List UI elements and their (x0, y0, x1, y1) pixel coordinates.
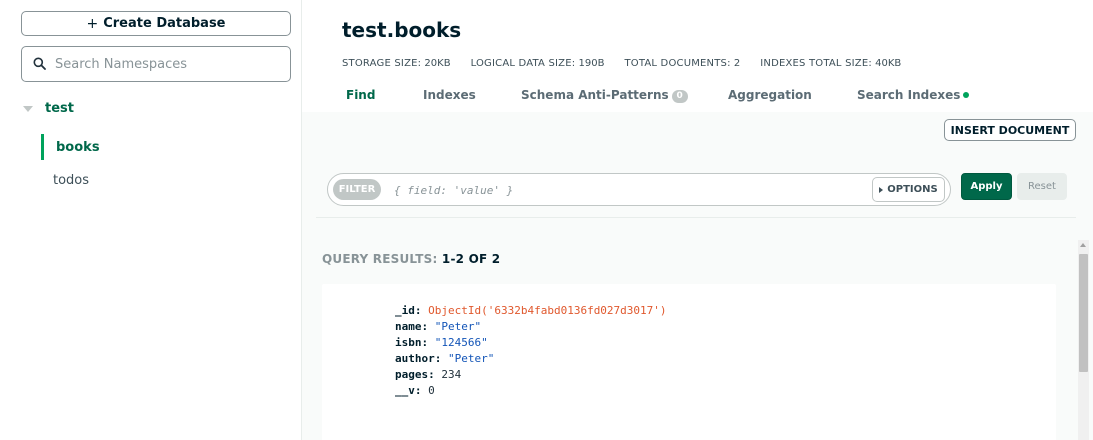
main-panel: test.books STORAGE SIZE: 20KB LOGICAL DA… (302, 0, 1093, 440)
collection-stats: STORAGE SIZE: 20KB LOGICAL DATA SIZE: 19… (342, 58, 901, 69)
filter-bar: FILTER OPTIONS (327, 173, 951, 206)
collection-item-todos[interactable]: todos (41, 167, 301, 193)
create-database-button[interactable]: + Create Database (21, 11, 291, 36)
results-count: 1-2 OF 2 (441, 252, 501, 266)
insert-document-button[interactable]: INSERT DOCUMENT (944, 119, 1076, 141)
divider (316, 217, 1076, 218)
filter-input[interactable] (394, 181, 864, 199)
collection-tabs: Find Indexes Schema Anti-Patterns 0 Aggre… (346, 88, 970, 110)
count-badge: 0 (671, 90, 688, 103)
collection-item-books[interactable]: books (41, 134, 301, 160)
caret-right-icon (879, 186, 884, 193)
tab-indexes[interactable]: Indexes (423, 88, 521, 110)
scrollbar-thumb[interactable] (1079, 254, 1088, 372)
document-field-name: name: "Peter" (395, 320, 482, 333)
document-field-author: author: "Peter" (395, 352, 495, 365)
caret-down-icon[interactable] (23, 106, 33, 112)
sidebar: + Create Database test books todos (0, 0, 302, 440)
filter-label: FILTER (333, 179, 381, 200)
stat-total-documents: TOTAL DOCUMENTS: 2 (624, 58, 741, 69)
collection-header: test.books STORAGE SIZE: 20KB LOGICAL DA… (302, 0, 1093, 112)
documents-view: INSERT DOCUMENT FILTER OPTIONS Apply Res… (302, 112, 1093, 440)
scrollbar[interactable] (1078, 240, 1089, 440)
collection-label: books (56, 139, 100, 155)
tab-find[interactable]: Find (346, 88, 423, 110)
scroll-up-arrow-icon[interactable] (1080, 243, 1086, 247)
document-field-v: __v: 0 (395, 384, 435, 397)
apply-button[interactable]: Apply (961, 173, 1012, 200)
options-button[interactable]: OPTIONS (872, 177, 945, 202)
database-item-test[interactable]: test (0, 98, 301, 122)
page-title: test.books (342, 18, 462, 42)
query-results-label: QUERY RESULTS: 1-2 OF 2 (322, 252, 501, 266)
document-card[interactable]: _id: ObjectId('6332b4fabd0136fd027d3017'… (322, 284, 1056, 440)
collection-label: todos (53, 172, 90, 188)
search-namespaces-box[interactable] (21, 46, 291, 82)
tab-schema-anti-patterns[interactable]: Schema Anti-Patterns 0 (521, 88, 728, 110)
search-namespaces-input[interactable] (55, 56, 275, 72)
tab-aggregation[interactable]: Aggregation (728, 88, 857, 110)
document-field-id: _id: ObjectId('6332b4fabd0136fd027d3017'… (395, 304, 667, 317)
status-dot-icon (963, 92, 970, 98)
reset-button[interactable]: Reset (1017, 173, 1067, 200)
document-field-pages: pages: 234 (395, 368, 462, 381)
document-field-isbn: isbn: "124566" (395, 336, 488, 349)
plus-icon: + (86, 15, 99, 32)
tab-search-indexes[interactable]: Search Indexes (857, 88, 970, 110)
search-icon (33, 55, 46, 74)
stat-logical-size: LOGICAL DATA SIZE: 190B (470, 58, 605, 69)
database-name: test (45, 101, 74, 116)
app-root: + Create Database test books todos test (0, 0, 1093, 440)
stat-indexes-size: INDEXES TOTAL SIZE: 40KB (760, 58, 902, 69)
stat-storage-size: STORAGE SIZE: 20KB (342, 58, 451, 69)
create-database-label: Create Database (103, 16, 226, 31)
